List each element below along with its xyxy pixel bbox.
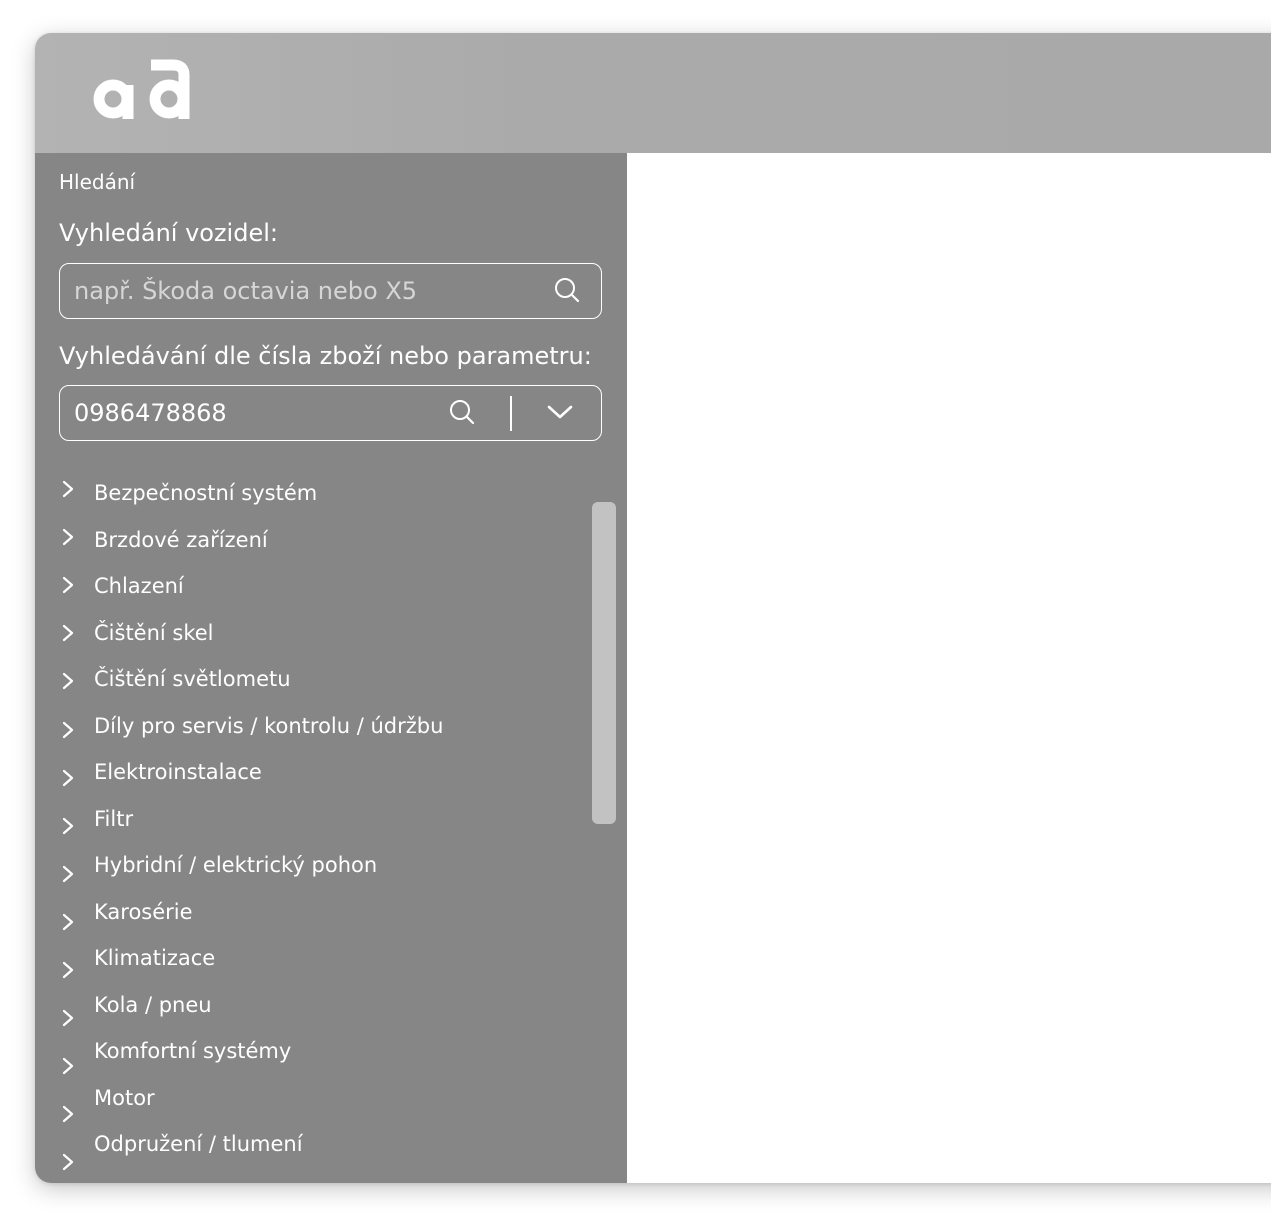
chevron-right-icon [62, 865, 74, 882]
category-label: Čištění světlometu [94, 667, 291, 691]
chevron-right-icon [62, 913, 74, 930]
search-icon [450, 400, 475, 425]
category-label: Bezpečnostní systém [94, 481, 318, 505]
category-item[interactable]: Bezpečnostní systém [35, 473, 595, 520]
vehicle-search-input[interactable] [74, 264, 434, 317]
category-item[interactable]: Čištění světlometu [35, 659, 595, 706]
part-search-input[interactable] [74, 386, 434, 439]
chevron-right-icon [62, 480, 74, 498]
category-label: Chlazení [94, 574, 184, 598]
category-item[interactable]: Díly pro servis / kontrolu / údržbu [35, 706, 595, 753]
chevron-right-icon [62, 961, 74, 979]
chevron-right-icon [62, 1058, 74, 1075]
part-search-label: Vyhledávání dle čísla zboží nebo paramet… [59, 342, 592, 370]
category-label: Odpružení / tlumení [94, 1132, 303, 1156]
chevron-down-icon [547, 405, 573, 419]
category-item[interactable]: Brzdové zařízení [35, 520, 595, 567]
vehicle-search-box [59, 263, 602, 319]
app-window: Hledání Vyhledání vozidel: Vyhledávání d… [35, 33, 1271, 1183]
category-scrollbar[interactable] [592, 502, 616, 824]
category-item[interactable]: Hybridní / elektrický pohon [35, 845, 595, 892]
category-label: Filtr [94, 806, 134, 831]
ad-logo[interactable] [93, 57, 205, 123]
category-label: Motor [94, 1085, 155, 1110]
category-label: Elektroinstalace [94, 760, 262, 784]
chevron-right-icon [62, 577, 74, 594]
input-divider [510, 396, 512, 431]
search-type-dropdown-button[interactable] [544, 396, 576, 428]
chevron-right-icon [62, 1154, 74, 1171]
vehicle-search-button[interactable] [551, 274, 583, 306]
category-item[interactable]: Karosérie [35, 892, 595, 939]
category-label: Kola / pneu [94, 992, 212, 1017]
category-item[interactable]: Elektroinstalace [35, 752, 595, 799]
chevron-right-icon [62, 625, 74, 642]
chevron-right-icon [62, 528, 74, 546]
category-item[interactable]: Klimatizace [35, 938, 595, 985]
header [35, 33, 1271, 153]
category-label: Hybridní / elektrický pohon [94, 853, 378, 877]
chevron-right-icon [62, 1106, 74, 1123]
category-item[interactable]: Motor [35, 1078, 595, 1125]
category-item[interactable]: Filtr [35, 799, 595, 846]
category-label: Karosérie [94, 899, 193, 924]
search-sidebar: Hledání Vyhledání vozidel: Vyhledávání d… [35, 153, 627, 1183]
category-item[interactable]: Komfortní systémy [35, 1031, 595, 1078]
part-search-button[interactable] [446, 396, 478, 428]
category-label: Díly pro servis / kontrolu / údržbu [94, 713, 444, 738]
vehicle-search-label: Vyhledání vozidel: [59, 219, 278, 247]
chevron-right-icon [62, 673, 74, 690]
search-icon [555, 278, 580, 303]
category-label: Brzdové zařízení [94, 527, 268, 552]
category-item[interactable]: Chlazení [35, 566, 595, 613]
category-label: Komfortní systémy [94, 1039, 292, 1063]
category-item[interactable]: Odpružení / tlumení [35, 1124, 595, 1171]
main-content-area [627, 153, 1271, 1183]
search-section-title: Hledání [59, 170, 136, 194]
category-label: Čištění skel [94, 620, 214, 645]
category-label: Klimatizace [94, 946, 216, 970]
chevron-right-icon [62, 721, 74, 738]
chevron-right-icon [62, 769, 74, 786]
category-item[interactable]: Kola / pneu [35, 985, 595, 1032]
part-search-box [59, 385, 602, 441]
category-item[interactable]: Čištění skel [35, 613, 595, 660]
chevron-right-icon [62, 817, 74, 834]
chevron-right-icon [62, 1009, 74, 1027]
category-list: Bezpečnostní systém Brzdové zařízení Chl… [35, 473, 595, 1171]
